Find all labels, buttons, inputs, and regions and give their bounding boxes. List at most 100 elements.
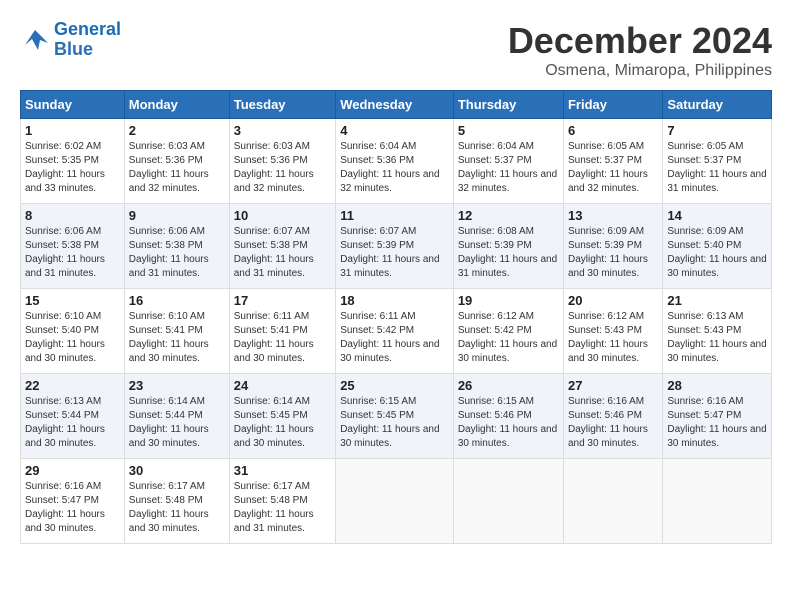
calendar-cell [663, 459, 772, 544]
calendar-cell: 12 Sunrise: 6:08 AMSunset: 5:39 PMDayligh… [453, 204, 563, 289]
day-info: Sunrise: 6:17 AMSunset: 5:48 PMDaylight:… [234, 480, 331, 536]
day-number: 31 [234, 463, 331, 478]
day-info: Sunrise: 6:07 AMSunset: 5:38 PMDaylight:… [234, 225, 331, 281]
calendar-cell [336, 459, 454, 544]
day-number: 12 [458, 208, 559, 223]
calendar-cell: 19 Sunrise: 6:12 AMSunset: 5:42 PMDayligh… [453, 289, 563, 374]
day-info: Sunrise: 6:12 AMSunset: 5:43 PMDaylight:… [568, 310, 658, 366]
day-number: 19 [458, 293, 559, 308]
calendar-week-row: 22Sunrise: 6:13 AMSunset: 5:44 PMDayligh… [21, 374, 772, 459]
calendar-cell: 2Sunrise: 6:03 AMSunset: 5:36 PMDaylight… [124, 119, 229, 204]
logo: General Blue [20, 20, 121, 60]
calendar-cell: 18 Sunrise: 6:11 AMSunset: 5:42 PMDayligh… [336, 289, 454, 374]
day-number: 9 [129, 208, 225, 223]
calendar-cell: 11Sunrise: 6:07 AMSunset: 5:39 PMDayligh… [336, 204, 454, 289]
calendar-table: SundayMondayTuesdayWednesdayThursdayFrid… [20, 90, 772, 544]
day-number: 5 [458, 123, 559, 138]
calendar-cell: 17Sunrise: 6:11 AMSunset: 5:41 PMDayligh… [229, 289, 335, 374]
day-info: Sunrise: 6:09 AMSunset: 5:39 PMDaylight:… [568, 225, 658, 281]
day-info: Sunrise: 6:08 AMSunset: 5:39 PMDaylight:… [458, 225, 559, 281]
day-number: 16 [129, 293, 225, 308]
day-number: 6 [568, 123, 658, 138]
day-info: Sunrise: 6:12 AMSunset: 5:42 PMDaylight:… [458, 310, 559, 366]
calendar-weekday-header: Thursday [453, 91, 563, 119]
calendar-cell: 10 Sunrise: 6:07 AMSunset: 5:38 PMDayligh… [229, 204, 335, 289]
calendar-cell: 13 Sunrise: 6:09 AMSunset: 5:39 PMDayligh… [563, 204, 662, 289]
page-subtitle: Osmena, Mimaropa, Philippines [508, 62, 772, 80]
calendar-weekday-header: Monday [124, 91, 229, 119]
day-info: Sunrise: 6:17 AMSunset: 5:48 PMDaylight:… [129, 480, 225, 536]
calendar-cell: 3Sunrise: 6:03 AMSunset: 5:36 PMDaylight… [229, 119, 335, 204]
day-info: Sunrise: 6:05 AMSunset: 5:37 PMDaylight:… [667, 140, 767, 196]
calendar-cell: 22Sunrise: 6:13 AMSunset: 5:44 PMDayligh… [21, 374, 125, 459]
day-info: Sunrise: 6:16 AMSunset: 5:47 PMDaylight:… [667, 395, 767, 451]
calendar-cell: 1Sunrise: 6:02 AMSunset: 5:35 PMDaylight… [21, 119, 125, 204]
calendar-cell: 8 Sunrise: 6:06 AMSunset: 5:38 PMDaylight… [21, 204, 125, 289]
day-info: Sunrise: 6:15 AMSunset: 5:46 PMDaylight:… [458, 395, 559, 451]
logo-line1: General [54, 19, 121, 39]
day-number: 23 [129, 378, 225, 393]
calendar-cell: 15 Sunrise: 6:10 AMSunset: 5:40 PMDayligh… [21, 289, 125, 374]
logo-line2: Blue [54, 39, 93, 59]
day-number: 15 [25, 293, 120, 308]
calendar-cell: 16 Sunrise: 6:10 AMSunset: 5:41 PMDayligh… [124, 289, 229, 374]
page-title: December 2024 [508, 20, 772, 62]
day-info: Sunrise: 6:10 AMSunset: 5:40 PMDaylight:… [25, 310, 120, 366]
day-number: 27 [568, 378, 658, 393]
calendar-cell: 21 Sunrise: 6:13 AMSunset: 5:43 PMDayligh… [663, 289, 772, 374]
calendar-cell: 29Sunrise: 6:16 AMSunset: 5:47 PMDayligh… [21, 459, 125, 544]
day-number: 24 [234, 378, 331, 393]
calendar-weekday-header: Friday [563, 91, 662, 119]
day-info: Sunrise: 6:03 AMSunset: 5:36 PMDaylight:… [234, 140, 331, 196]
calendar-weekday-header: Saturday [663, 91, 772, 119]
calendar-cell: 27 Sunrise: 6:16 AMSunset: 5:46 PMDayligh… [563, 374, 662, 459]
day-info: Sunrise: 6:03 AMSunset: 5:36 PMDaylight:… [129, 140, 225, 196]
day-number: 20 [568, 293, 658, 308]
day-info: Sunrise: 6:11 AMSunset: 5:42 PMDaylight:… [340, 310, 449, 366]
calendar-week-row: 8 Sunrise: 6:06 AMSunset: 5:38 PMDaylight… [21, 204, 772, 289]
day-number: 25 [340, 378, 449, 393]
calendar-week-row: 1Sunrise: 6:02 AMSunset: 5:35 PMDaylight… [21, 119, 772, 204]
calendar-cell: 25 Sunrise: 6:15 AMSunset: 5:45 PMDayligh… [336, 374, 454, 459]
day-info: Sunrise: 6:04 AMSunset: 5:36 PMDaylight:… [340, 140, 449, 196]
day-info: Sunrise: 6:15 AMSunset: 5:45 PMDaylight:… [340, 395, 449, 451]
calendar-weekday-header: Wednesday [336, 91, 454, 119]
calendar-header-row: SundayMondayTuesdayWednesdayThursdayFrid… [21, 91, 772, 119]
calendar-cell: 14Sunrise: 6:09 AMSunset: 5:40 PMDayligh… [663, 204, 772, 289]
day-info: Sunrise: 6:06 AMSunset: 5:38 PMDaylight:… [129, 225, 225, 281]
day-info: Sunrise: 6:16 AMSunset: 5:46 PMDaylight:… [568, 395, 658, 451]
calendar-cell: 5 Sunrise: 6:04 AMSunset: 5:37 PMDaylight… [453, 119, 563, 204]
calendar-header: SundayMondayTuesdayWednesdayThursdayFrid… [21, 91, 772, 119]
calendar-cell: 6 Sunrise: 6:05 AMSunset: 5:37 PMDaylight… [563, 119, 662, 204]
day-info: Sunrise: 6:05 AMSunset: 5:37 PMDaylight:… [568, 140, 658, 196]
day-number: 8 [25, 208, 120, 223]
day-number: 10 [234, 208, 331, 223]
day-number: 18 [340, 293, 449, 308]
calendar-cell [563, 459, 662, 544]
day-info: Sunrise: 6:06 AMSunset: 5:38 PMDaylight:… [25, 225, 120, 281]
day-info: Sunrise: 6:02 AMSunset: 5:35 PMDaylight:… [25, 140, 120, 196]
calendar-cell: 4 Sunrise: 6:04 AMSunset: 5:36 PMDaylight… [336, 119, 454, 204]
day-number: 13 [568, 208, 658, 223]
calendar-cell: 31 Sunrise: 6:17 AMSunset: 5:48 PMDayligh… [229, 459, 335, 544]
day-number: 14 [667, 208, 767, 223]
day-info: Sunrise: 6:04 AMSunset: 5:37 PMDaylight:… [458, 140, 559, 196]
calendar-weekday-header: Tuesday [229, 91, 335, 119]
day-info: Sunrise: 6:13 AMSunset: 5:43 PMDaylight:… [667, 310, 767, 366]
calendar-week-row: 29Sunrise: 6:16 AMSunset: 5:47 PMDayligh… [21, 459, 772, 544]
day-number: 22 [25, 378, 120, 393]
day-number: 4 [340, 123, 449, 138]
calendar-cell: 24Sunrise: 6:14 AMSunset: 5:45 PMDayligh… [229, 374, 335, 459]
day-info: Sunrise: 6:14 AMSunset: 5:44 PMDaylight:… [129, 395, 225, 451]
day-number: 29 [25, 463, 120, 478]
logo-text: General Blue [54, 20, 121, 60]
calendar-cell: 26 Sunrise: 6:15 AMSunset: 5:46 PMDayligh… [453, 374, 563, 459]
day-info: Sunrise: 6:10 AMSunset: 5:41 PMDaylight:… [129, 310, 225, 366]
day-number: 17 [234, 293, 331, 308]
day-number: 26 [458, 378, 559, 393]
title-block: December 2024 Osmena, Mimaropa, Philippi… [508, 20, 772, 80]
calendar-body: 1Sunrise: 6:02 AMSunset: 5:35 PMDaylight… [21, 119, 772, 544]
day-number: 21 [667, 293, 767, 308]
day-info: Sunrise: 6:07 AMSunset: 5:39 PMDaylight:… [340, 225, 449, 281]
calendar-cell: 9 Sunrise: 6:06 AMSunset: 5:38 PMDaylight… [124, 204, 229, 289]
